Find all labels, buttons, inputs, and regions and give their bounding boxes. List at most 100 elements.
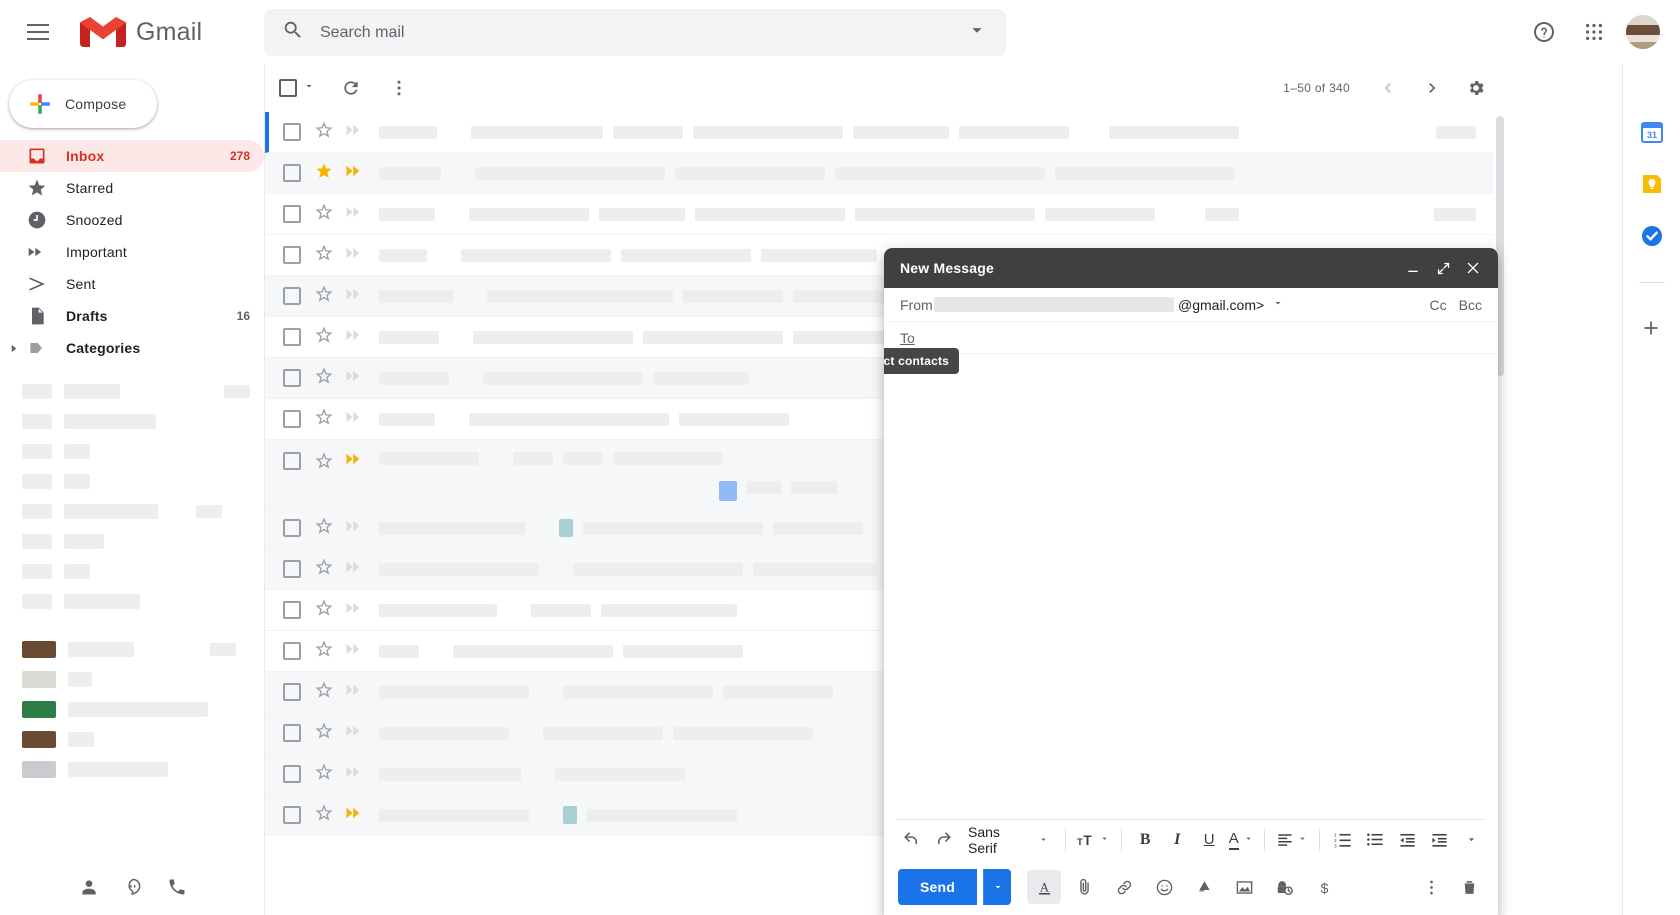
row-checkbox[interactable] xyxy=(283,452,301,470)
bcc-link[interactable]: Bcc xyxy=(1459,297,1482,313)
star-icon[interactable] xyxy=(315,516,333,540)
important-chevron-icon[interactable] xyxy=(345,724,363,743)
important-chevron-icon[interactable] xyxy=(345,328,363,347)
gmail-logo[interactable]: Gmail xyxy=(80,14,202,50)
compose-header[interactable]: New Message xyxy=(884,248,1498,288)
trash-icon[interactable] xyxy=(1452,870,1486,904)
expand-icon[interactable] xyxy=(1428,253,1458,283)
avatar[interactable] xyxy=(1626,15,1660,49)
row-checkbox[interactable] xyxy=(283,328,301,346)
star-icon[interactable] xyxy=(315,325,333,349)
row-checkbox[interactable] xyxy=(283,246,301,264)
star-icon[interactable] xyxy=(315,120,333,144)
hangouts-icon[interactable] xyxy=(122,876,144,898)
google-calendar-icon[interactable]: 31 xyxy=(1640,120,1664,144)
to-link[interactable]: To xyxy=(900,330,915,346)
star-icon[interactable] xyxy=(315,762,333,786)
important-chevron-icon[interactable] xyxy=(345,560,363,579)
hamburger-icon[interactable] xyxy=(14,8,62,56)
important-chevron-icon[interactable] xyxy=(345,519,363,538)
to-field-row[interactable]: To Select contacts xyxy=(884,322,1498,374)
star-icon-filled[interactable] xyxy=(315,162,333,185)
important-chevron-icon[interactable] xyxy=(345,246,363,265)
row-checkbox[interactable] xyxy=(283,560,301,578)
star-icon[interactable] xyxy=(315,284,333,308)
numbered-list-icon[interactable]: 1 2 3 xyxy=(1328,825,1358,855)
important-chevron-icon[interactable] xyxy=(345,601,363,620)
font-family-dropdown[interactable]: Sans Serif xyxy=(960,824,1057,856)
format-more-icon[interactable] xyxy=(1456,825,1486,855)
row-checkbox[interactable] xyxy=(283,410,301,428)
row-checkbox[interactable] xyxy=(283,683,301,701)
from-field-row[interactable]: From @gmail.com> Cc Bcc xyxy=(884,288,1498,322)
refresh-icon[interactable] xyxy=(331,68,371,108)
chevron-down-icon[interactable] xyxy=(1272,296,1284,314)
important-chevron-icon[interactable] xyxy=(345,205,363,224)
sidebar-item-snoozed[interactable]: Snoozed xyxy=(0,204,264,236)
format-text-icon[interactable]: A xyxy=(1027,870,1062,904)
chevron-down-icon[interactable] xyxy=(966,19,988,46)
plus-icon[interactable] xyxy=(1640,317,1664,341)
row-checkbox[interactable] xyxy=(283,765,301,783)
important-chevron-icon[interactable] xyxy=(345,683,363,702)
star-icon[interactable] xyxy=(315,680,333,704)
send-money-icon[interactable]: $ xyxy=(1307,870,1341,904)
row-checkbox[interactable] xyxy=(283,205,301,223)
row-checkbox[interactable] xyxy=(283,164,301,182)
table-row[interactable] xyxy=(265,153,1506,194)
link-icon[interactable] xyxy=(1107,870,1141,904)
row-checkbox[interactable] xyxy=(283,724,301,742)
chevron-right-icon[interactable] xyxy=(1412,68,1452,108)
important-chevron-icon[interactable] xyxy=(345,123,363,142)
sidebar-item-starred[interactable]: Starred xyxy=(0,172,264,204)
sidebar-item-important[interactable]: Important xyxy=(0,236,264,268)
important-chevron-icon[interactable] xyxy=(345,369,363,388)
google-drive-icon[interactable] xyxy=(1187,870,1221,904)
italic-button[interactable]: I xyxy=(1162,825,1192,855)
row-checkbox[interactable] xyxy=(283,601,301,619)
row-checkbox[interactable] xyxy=(283,287,301,305)
contacts-icon[interactable] xyxy=(78,876,100,898)
gear-icon[interactable] xyxy=(1456,68,1496,108)
phone-icon[interactable] xyxy=(166,876,188,898)
google-tasks-icon[interactable] xyxy=(1640,224,1664,248)
confidential-mode-icon[interactable] xyxy=(1267,870,1301,904)
font-size-icon[interactable]: T T xyxy=(1074,825,1114,855)
bold-button[interactable]: B xyxy=(1130,825,1160,855)
google-keep-icon[interactable] xyxy=(1640,172,1664,196)
star-icon[interactable] xyxy=(315,452,333,475)
compose-body[interactable] xyxy=(884,354,1498,819)
insert-photo-icon[interactable] xyxy=(1227,870,1261,904)
row-checkbox[interactable] xyxy=(283,123,301,141)
chevron-right-icon[interactable] xyxy=(8,344,18,353)
star-icon[interactable] xyxy=(315,366,333,390)
send-button[interactable]: Send xyxy=(898,869,978,905)
star-icon[interactable] xyxy=(315,639,333,663)
row-checkbox[interactable] xyxy=(283,369,301,387)
important-chevron-icon-active[interactable] xyxy=(345,806,363,825)
important-chevron-icon[interactable] xyxy=(345,765,363,784)
star-icon[interactable] xyxy=(315,721,333,745)
chevron-down-icon[interactable] xyxy=(303,79,315,97)
important-chevron-icon[interactable] xyxy=(345,287,363,306)
close-icon[interactable] xyxy=(1458,253,1488,283)
help-icon[interactable] xyxy=(1520,8,1568,56)
emoji-icon[interactable] xyxy=(1147,870,1181,904)
search-bar[interactable] xyxy=(264,9,1006,56)
star-icon[interactable] xyxy=(315,803,333,827)
important-chevron-icon-active[interactable] xyxy=(345,164,363,183)
indent-decrease-icon[interactable] xyxy=(1392,825,1422,855)
row-checkbox[interactable] xyxy=(283,519,301,537)
search-input[interactable] xyxy=(320,23,966,42)
star-icon[interactable] xyxy=(315,598,333,622)
text-color-button[interactable]: A xyxy=(1226,825,1256,855)
star-icon[interactable] xyxy=(315,243,333,267)
row-checkbox[interactable] xyxy=(283,642,301,660)
important-chevron-icon[interactable] xyxy=(345,642,363,661)
star-icon[interactable] xyxy=(315,557,333,581)
table-row[interactable] xyxy=(265,194,1506,235)
indent-increase-icon[interactable] xyxy=(1424,825,1454,855)
redo-icon[interactable] xyxy=(928,825,958,855)
minimize-icon[interactable] xyxy=(1398,253,1428,283)
select-all-checkbox[interactable] xyxy=(279,79,315,97)
